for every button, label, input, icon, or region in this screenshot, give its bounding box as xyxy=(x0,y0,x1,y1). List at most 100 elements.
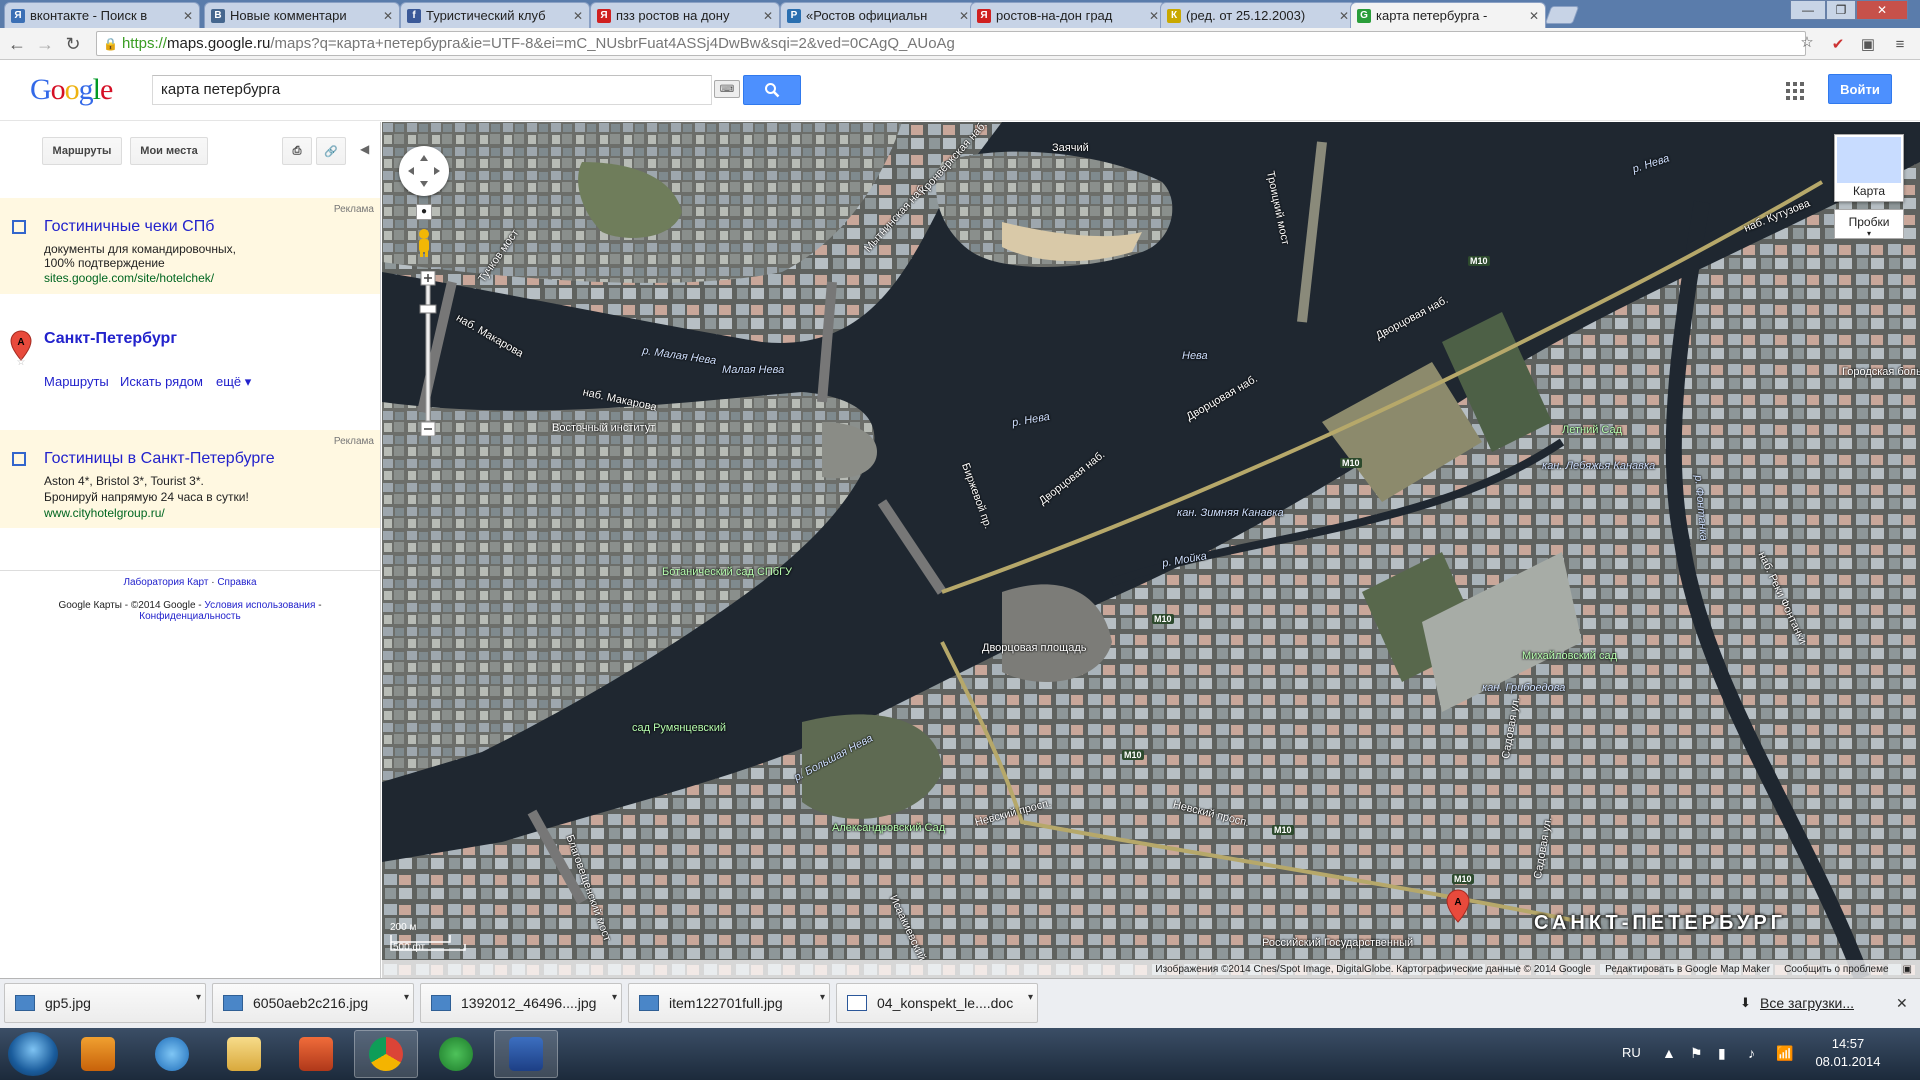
new-tab-button[interactable] xyxy=(1544,6,1580,24)
bookmark-star-icon[interactable]: ☆ xyxy=(1797,32,1817,52)
pegman-icon[interactable] xyxy=(414,228,434,258)
edit-map-link[interactable]: Редактировать в Google Map Maker xyxy=(1605,964,1770,975)
expand-icon[interactable]: ▣ xyxy=(1903,964,1912,975)
address-bar[interactable]: 🔒 https://maps.google.ru/maps?q=карта+пе… xyxy=(96,31,1806,56)
tab-0[interactable]: Я вконтакте - Поиск в ✕ xyxy=(4,2,200,28)
privacy-link[interactable]: Конфиденциальность xyxy=(139,611,240,622)
map-attribution: Изображения ©2014 Cnes/Spot Image, Digit… xyxy=(382,960,1920,978)
menu-icon[interactable]: ≡ xyxy=(1890,34,1910,54)
close-window-button[interactable]: ✕ xyxy=(1856,0,1908,20)
close-tab-icon[interactable]: ✕ xyxy=(959,9,969,23)
tab-4[interactable]: Р «Ростов официальн ✕ xyxy=(780,2,976,28)
divider xyxy=(0,570,380,571)
minimize-button[interactable]: — xyxy=(1790,0,1826,20)
place-more-link[interactable]: ещё ▾ xyxy=(216,374,251,390)
show-hidden-icons-icon[interactable]: ▲ xyxy=(1662,1045,1676,1061)
chevron-down-icon[interactable]: ▾ xyxy=(612,992,617,1003)
print-icon[interactable]: ⎙ xyxy=(282,137,312,165)
chrome-app[interactable] xyxy=(354,1030,418,1078)
utorrent-app[interactable] xyxy=(424,1030,488,1078)
language-indicator[interactable]: RU xyxy=(1622,1045,1641,1060)
tab-6[interactable]: К (ред. от 25.12.2003) ✕ xyxy=(1160,2,1356,28)
terms-link[interactable]: Условия использования xyxy=(204,600,315,611)
url-scheme: https:// xyxy=(121,35,167,52)
place-title[interactable]: Санкт-Петербург xyxy=(44,330,177,348)
word-file-icon xyxy=(847,995,867,1011)
road-badge: M10 xyxy=(1122,750,1144,760)
tab-title: (ред. от 25.12.2003) xyxy=(1186,8,1306,23)
help-link[interactable]: Справка xyxy=(217,577,256,588)
back-icon[interactable]: ← xyxy=(6,33,28,55)
close-tab-icon[interactable]: ✕ xyxy=(573,9,583,23)
forward-icon[interactable]: → xyxy=(34,33,56,55)
tab-2[interactable]: f Туристический клуб ✕ xyxy=(400,2,590,28)
chevron-down-icon[interactable]: ▾ xyxy=(196,992,201,1003)
search-input[interactable]: карта петербурга xyxy=(152,75,712,105)
tab-7-active[interactable]: G карта петербурга - ✕ xyxy=(1350,2,1546,28)
routes-button[interactable]: Маршруты xyxy=(42,137,122,165)
network-icon[interactable]: 📶 xyxy=(1776,1045,1793,1062)
collapse-panel-icon[interactable]: ◀ xyxy=(360,142,369,156)
tab-5[interactable]: Я ростов-на-дон град ✕ xyxy=(970,2,1166,28)
all-downloads-link[interactable]: Все загрузки... xyxy=(1760,995,1854,1011)
tab-title: вконтакте - Поиск в xyxy=(30,8,148,23)
close-tab-icon[interactable]: ✕ xyxy=(1339,9,1349,23)
extension-icon-2[interactable]: ▣ xyxy=(1858,34,1878,54)
report-problem-link[interactable]: Сообщить о проблеме xyxy=(1784,964,1888,975)
google-logo[interactable]: Google xyxy=(30,73,113,107)
map-label-griboedova: кан. Грибоедова xyxy=(1482,682,1566,694)
close-tab-icon[interactable]: ✕ xyxy=(183,9,193,23)
power-icon[interactable]: ▮ xyxy=(1718,1045,1726,1062)
chevron-down-icon[interactable]: ▾ xyxy=(404,992,409,1003)
link-icon[interactable]: 🔗 xyxy=(316,137,346,165)
apps-grid-icon[interactable] xyxy=(1786,82,1804,100)
place-nearby-link[interactable]: Искать рядом xyxy=(120,374,203,389)
close-icon[interactable]: ✕ xyxy=(1896,995,1908,1012)
download-item[interactable]: 6050aeb2c216.jpg ▾ xyxy=(212,983,414,1023)
my-places-button[interactable]: Мои места xyxy=(130,137,208,165)
clock[interactable]: 14:57 08.01.2014 xyxy=(1808,1035,1888,1071)
maximize-button[interactable]: ❐ xyxy=(1826,0,1856,20)
map-label-malaya-neva-2: Малая Нева xyxy=(722,364,785,376)
volume-icon[interactable]: ♪ xyxy=(1748,1045,1755,1061)
action-center-flag-icon[interactable]: ⚑ xyxy=(1690,1045,1703,1062)
zoom-slider[interactable] xyxy=(419,270,437,437)
utorrent-icon xyxy=(439,1037,473,1071)
image-viewer-app[interactable] xyxy=(284,1030,348,1078)
download-item[interactable]: 1392012_46496....jpg ▾ xyxy=(420,983,622,1023)
download-item[interactable]: item122701full.jpg ▾ xyxy=(628,983,830,1023)
ad-url[interactable]: sites.google.com/site/hotelchek/ xyxy=(44,271,214,285)
close-tab-icon[interactable]: ✕ xyxy=(1149,9,1159,23)
ad-url[interactable]: www.cityhotelgroup.ru/ xyxy=(44,506,165,520)
chevron-down-icon[interactable]: ▾ xyxy=(1028,992,1033,1003)
tab-1[interactable]: В Новые комментари ✕ xyxy=(204,2,400,28)
search-button[interactable] xyxy=(743,75,801,105)
reload-icon[interactable]: ↻ xyxy=(62,33,84,55)
signin-button[interactable]: Войти xyxy=(1828,74,1892,104)
extension-icon[interactable]: ✔ xyxy=(1828,34,1848,54)
download-item[interactable]: 04_konspekt_le....doc ▾ xyxy=(836,983,1038,1023)
ad-title[interactable]: Гостиницы в Санкт-Петербурге xyxy=(44,450,275,468)
word-app[interactable] xyxy=(494,1030,558,1078)
place-routes-link[interactable]: Маршруты xyxy=(44,374,109,389)
ie-app[interactable] xyxy=(140,1030,204,1078)
pan-control[interactable] xyxy=(399,146,449,196)
panel-footer: Лаборатория Карт · Справка Google Карты … xyxy=(58,577,322,622)
download-item[interactable]: gp5.jpg ▾ xyxy=(4,983,206,1023)
start-button[interactable] xyxy=(8,1032,58,1076)
satellite-map[interactable]: A р. Малая Нева Малая Нева р. Нева Нева … xyxy=(382,122,1920,978)
map-layer-toggle[interactable]: Карта xyxy=(1834,134,1904,202)
map-lab-link[interactable]: Лаборатория Карт xyxy=(123,577,208,588)
traffic-toggle[interactable]: Пробки ▾ xyxy=(1834,209,1904,239)
keyboard-icon[interactable]: ⌨ xyxy=(714,80,740,98)
close-tab-icon[interactable]: ✕ xyxy=(763,9,773,23)
tab-3[interactable]: Я пзз ростов на дону ✕ xyxy=(590,2,780,28)
close-tab-icon[interactable]: ✕ xyxy=(1529,9,1539,23)
reset-view-icon[interactable]: ● xyxy=(416,204,432,220)
ad-text: Бронируй напрямую 24 часа в сутки! xyxy=(44,490,249,504)
explorer-app[interactable] xyxy=(212,1030,276,1078)
close-tab-icon[interactable]: ✕ xyxy=(383,9,393,23)
chevron-down-icon[interactable]: ▾ xyxy=(820,992,825,1003)
ad-title[interactable]: Гостиничные чеки СПб xyxy=(44,218,214,236)
media-player-app[interactable] xyxy=(66,1030,130,1078)
